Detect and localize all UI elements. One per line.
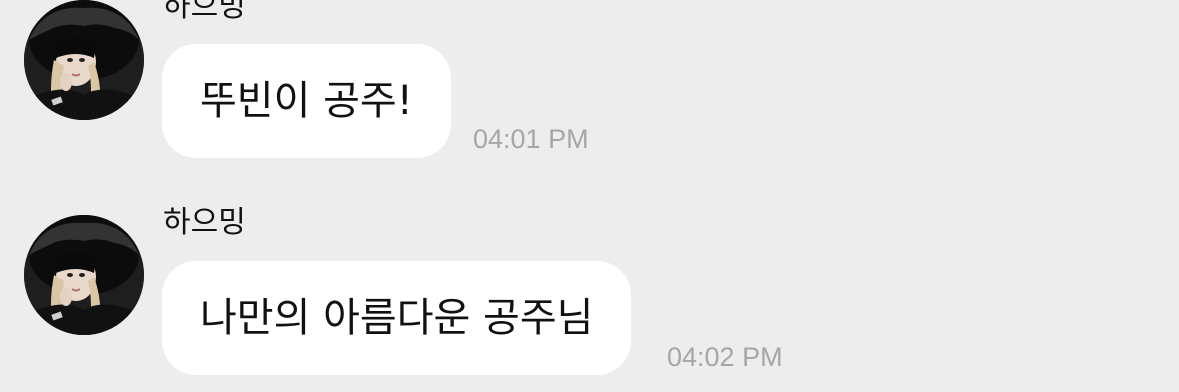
profile-photo-icon (24, 215, 144, 335)
chat-message: 하으밍 나만의 아름다운 공주님 04:02 PM (0, 0, 1179, 375)
avatar[interactable] (24, 215, 144, 335)
sender-name: 하으밍 (163, 205, 246, 240)
message-time: 04:02 PM (667, 342, 783, 372)
message-text: 나만의 아름다운 공주님 (200, 295, 594, 341)
message-bubble[interactable]: 나만의 아름다운 공주님 (162, 261, 632, 375)
